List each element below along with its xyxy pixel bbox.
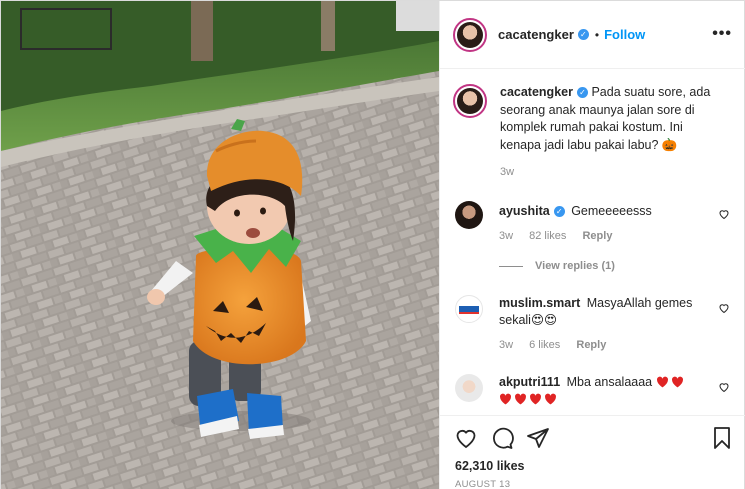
author-avatar[interactable] (453, 17, 487, 52)
instagram-post: cacatengker ✓ • Follow ••• cacatengker ✓ … (0, 0, 745, 489)
view-replies-label: View replies (1) (535, 260, 615, 272)
author-avatar-image (457, 21, 483, 48)
comment-username[interactable]: ayushita (499, 204, 550, 218)
red-heart-emoji-icon (671, 376, 683, 388)
comment-like-heart-icon[interactable] (718, 381, 730, 393)
comment-time[interactable]: 3w (499, 339, 513, 351)
photo-illustration (1, 1, 439, 489)
bookmark-icon[interactable] (710, 426, 734, 450)
caption-avatar-image (457, 88, 483, 114)
comment-likes[interactable]: 6 likes (529, 339, 560, 351)
author-username[interactable]: cacatengker (498, 27, 574, 42)
verified-icon: ✓ (553, 206, 565, 217)
comment-like-heart-icon[interactable] (718, 302, 730, 314)
follow-button[interactable]: Follow (604, 27, 645, 42)
comment-time[interactable]: 3w (499, 230, 513, 242)
comments-list[interactable]: cacatengker ✓ Pada suatu sore, ada seoran… (440, 70, 745, 414)
post-header: cacatengker ✓ • Follow ••• (440, 1, 745, 69)
comment-meta: 3w 82 likes Reply (499, 230, 612, 242)
red-heart-emoji-icon (545, 393, 556, 405)
post-side-panel: cacatengker ✓ • Follow ••• cacatengker ✓ … (439, 1, 745, 489)
reply-button[interactable]: Reply (582, 230, 612, 242)
reply-button[interactable]: Reply (576, 339, 606, 351)
heart-icon[interactable] (454, 426, 478, 450)
post-actions: 62,310 likes AUGUST 13 (440, 415, 745, 489)
more-options-icon[interactable]: ••• (712, 25, 732, 43)
caption-text-block: cacatengker ✓ Pada suatu sore, ada seoran… (500, 84, 720, 182)
comment-avatar[interactable] (455, 201, 483, 229)
verified-icon: ✓ (577, 29, 589, 40)
comment-icon[interactable] (490, 426, 514, 450)
caption-avatar[interactable] (453, 84, 487, 118)
replies-line (499, 265, 523, 267)
red-heart-emoji-icon (515, 393, 526, 405)
separator-dot: • (594, 27, 600, 42)
share-icon[interactable] (526, 426, 550, 450)
comment-like-heart-icon[interactable] (718, 208, 730, 220)
view-replies-link[interactable]: View replies (1) (499, 260, 615, 272)
comment-body: akputri111 Mba ansalaaaa (499, 374, 704, 408)
comment-body: muslim.smart MasyaAllah gemes sekali😍😍 (499, 295, 704, 329)
comment-likes[interactable]: 82 likes (529, 230, 566, 242)
comment-body: ayushita ✓ Gemeeeeesss (499, 203, 704, 220)
post-photo[interactable] (1, 1, 439, 489)
comment-meta: 3w 6 likes Reply (499, 339, 606, 351)
comment-avatar[interactable] (455, 295, 483, 323)
comment-avatar[interactable] (455, 374, 483, 402)
post-date[interactable]: AUGUST 13 (455, 479, 510, 489)
red-heart-emoji-icon (530, 393, 541, 405)
red-heart-emoji-icon (656, 376, 668, 388)
post-caption: cacatengker ✓ Pada suatu sore, ada seoran… (453, 84, 733, 182)
likes-count[interactable]: 62,310 likes (455, 459, 525, 473)
caption-username[interactable]: cacatengker (500, 85, 573, 99)
red-heart-emoji-icon (500, 393, 512, 405)
comment-avatar-logo (459, 306, 479, 314)
comment-username[interactable]: muslim.smart (499, 296, 580, 310)
comment-text: Mba ansalaaaa (566, 375, 653, 389)
comment-text: Gemeeeeesss (571, 204, 652, 218)
caption-time[interactable]: 3w (500, 164, 720, 182)
comment-username[interactable]: akputri111 (499, 375, 560, 389)
verified-icon: ✓ (576, 87, 588, 98)
